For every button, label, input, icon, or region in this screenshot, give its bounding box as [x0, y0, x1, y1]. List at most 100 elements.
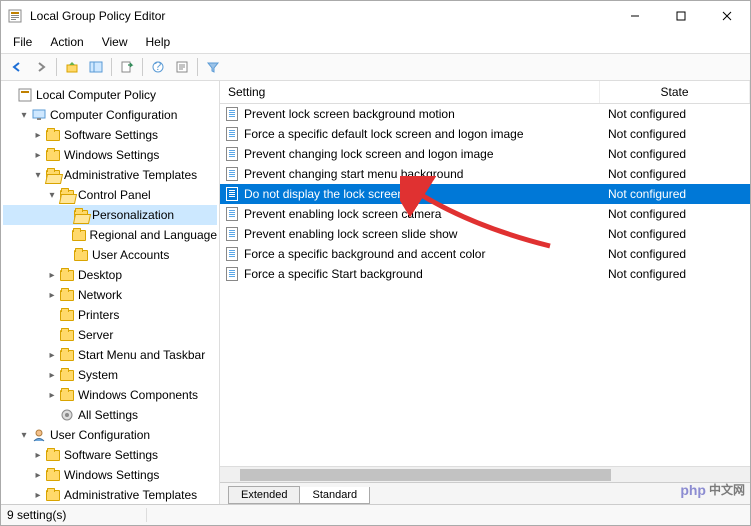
twisty-icon[interactable]: ▸ [31, 490, 45, 501]
folder-icon [45, 127, 61, 143]
up-button[interactable] [60, 56, 84, 78]
tree-personalization[interactable]: ▸ Personalization [3, 205, 217, 225]
tree-printers[interactable]: ▸ Printers [3, 305, 217, 325]
list-row[interactable]: Force a specific Start backgroundNot con… [220, 264, 750, 284]
twisty-icon[interactable]: ▸ [31, 470, 45, 481]
tree-label: Personalization [92, 208, 174, 222]
tab-standard[interactable]: Standard [299, 487, 370, 504]
horizontal-scrollbar[interactable] [220, 466, 750, 482]
list-row[interactable]: Do not display the lock screenNot config… [220, 184, 750, 204]
tree-system[interactable]: ▸ System [3, 365, 217, 385]
toolbar-separator [142, 58, 143, 76]
row-state: Not configured [600, 127, 750, 141]
menu-action[interactable]: Action [42, 33, 91, 51]
menu-view[interactable]: View [94, 33, 136, 51]
list-row[interactable]: Prevent lock screen background motionNot… [220, 104, 750, 124]
row-setting: Do not display the lock screen [244, 187, 600, 201]
row-state: Not configured [600, 227, 750, 241]
watermark-text: 中文网 [709, 481, 745, 498]
back-button[interactable] [5, 56, 29, 78]
tree-label: Network [78, 288, 122, 302]
twisty-icon[interactable]: ▾ [31, 170, 45, 181]
twisty-icon[interactable]: ▸ [45, 390, 59, 401]
close-button[interactable] [704, 1, 750, 31]
twisty-icon[interactable]: ▾ [17, 430, 31, 441]
tree-windows-components[interactable]: ▸ Windows Components [3, 385, 217, 405]
tree-label: User Accounts [92, 248, 169, 262]
tree-label: Desktop [78, 268, 122, 282]
twisty-icon[interactable]: ▸ [31, 150, 45, 161]
row-setting: Prevent changing start menu background [244, 167, 600, 181]
list-pane: Setting State Prevent lock screen backgr… [220, 81, 750, 504]
tree-desktop[interactable]: ▸ Desktop [3, 265, 217, 285]
folder-icon [59, 327, 75, 343]
list-row[interactable]: Prevent enabling lock screen slide showN… [220, 224, 750, 244]
title-bar: Local Group Policy Editor [1, 1, 750, 31]
twisty-icon[interactable]: ▸ [45, 270, 59, 281]
twisty-icon[interactable]: ▸ [45, 290, 59, 301]
list-row[interactable]: Force a specific background and accent c… [220, 244, 750, 264]
twisty-icon[interactable]: ▾ [17, 110, 31, 121]
list-row[interactable]: Force a specific default lock screen and… [220, 124, 750, 144]
minimize-button[interactable] [612, 1, 658, 31]
tree-software-settings[interactable]: ▸ Software Settings [3, 125, 217, 145]
menu-help[interactable]: Help [138, 33, 179, 51]
tree-start-menu-taskbar[interactable]: ▸ Start Menu and Taskbar [3, 345, 217, 365]
policy-item-icon [224, 106, 240, 122]
tree-admin-templates[interactable]: ▾ Administrative Templates [3, 165, 217, 185]
row-setting: Prevent enabling lock screen slide show [244, 227, 600, 241]
tree-label: System [78, 368, 118, 382]
maximize-button[interactable] [658, 1, 704, 31]
tree-regional-language[interactable]: ▸ Regional and Language [3, 225, 217, 245]
tree-computer-config[interactable]: ▾ Computer Configuration [3, 105, 217, 125]
list-header: Setting State [220, 81, 750, 104]
list-body[interactable]: Prevent lock screen background motionNot… [220, 104, 750, 466]
list-row[interactable]: Prevent changing start menu backgroundNo… [220, 164, 750, 184]
folder-icon [59, 287, 75, 303]
folder-icon [72, 227, 87, 243]
tree-u-admin-templates[interactable]: ▸ Administrative Templates [3, 485, 217, 504]
tree-network[interactable]: ▸ Network [3, 285, 217, 305]
tree-user-accounts[interactable]: ▸ User Accounts [3, 245, 217, 265]
tree-all-settings[interactable]: ▸ All Settings [3, 405, 217, 425]
tree-u-windows-settings[interactable]: ▸ Windows Settings [3, 465, 217, 485]
twisty-icon[interactable]: ▸ [31, 130, 45, 141]
tree-control-panel[interactable]: ▾ Control Panel [3, 185, 217, 205]
menu-file[interactable]: File [5, 33, 40, 51]
help-button[interactable]: ? [146, 56, 170, 78]
folder-icon [45, 167, 61, 183]
tree-pane[interactable]: ▶ Local Computer Policy ▾ Computer Confi… [1, 81, 220, 504]
tree-label: Windows Components [78, 388, 198, 402]
column-state[interactable]: State [600, 81, 750, 103]
tree-user-config[interactable]: ▾ User Configuration [3, 425, 217, 445]
list-row[interactable]: Prevent enabling lock screen cameraNot c… [220, 204, 750, 224]
tree-label: Software Settings [64, 448, 158, 462]
tree-windows-settings[interactable]: ▸ Windows Settings [3, 145, 217, 165]
row-state: Not configured [600, 247, 750, 261]
tree-root[interactable]: ▶ Local Computer Policy [3, 85, 217, 105]
properties-button[interactable] [170, 56, 194, 78]
tree-u-software-settings[interactable]: ▸ Software Settings [3, 445, 217, 465]
status-text: 9 setting(s) [7, 508, 147, 522]
policy-icon [17, 87, 33, 103]
twisty-icon[interactable]: ▾ [45, 190, 59, 201]
policy-item-icon [224, 246, 240, 262]
column-setting[interactable]: Setting [220, 81, 600, 103]
twisty-icon[interactable]: ▸ [45, 370, 59, 381]
folder-icon [45, 147, 61, 163]
row-setting: Force a specific default lock screen and… [244, 127, 600, 141]
export-list-button[interactable] [115, 56, 139, 78]
twisty-icon[interactable]: ▸ [31, 450, 45, 461]
twisty-icon[interactable]: ▸ [45, 350, 59, 361]
list-row[interactable]: Prevent changing lock screen and logon i… [220, 144, 750, 164]
tree-server[interactable]: ▸ Server [3, 325, 217, 345]
tree-label: User Configuration [50, 428, 150, 442]
folder-icon [59, 307, 75, 323]
filter-button[interactable] [201, 56, 225, 78]
forward-button[interactable] [29, 56, 53, 78]
show-hide-tree-button[interactable] [84, 56, 108, 78]
tree-label: Control Panel [78, 188, 151, 202]
tab-extended[interactable]: Extended [228, 486, 300, 504]
tree-label: Computer Configuration [50, 108, 177, 122]
row-setting: Prevent changing lock screen and logon i… [244, 147, 600, 161]
